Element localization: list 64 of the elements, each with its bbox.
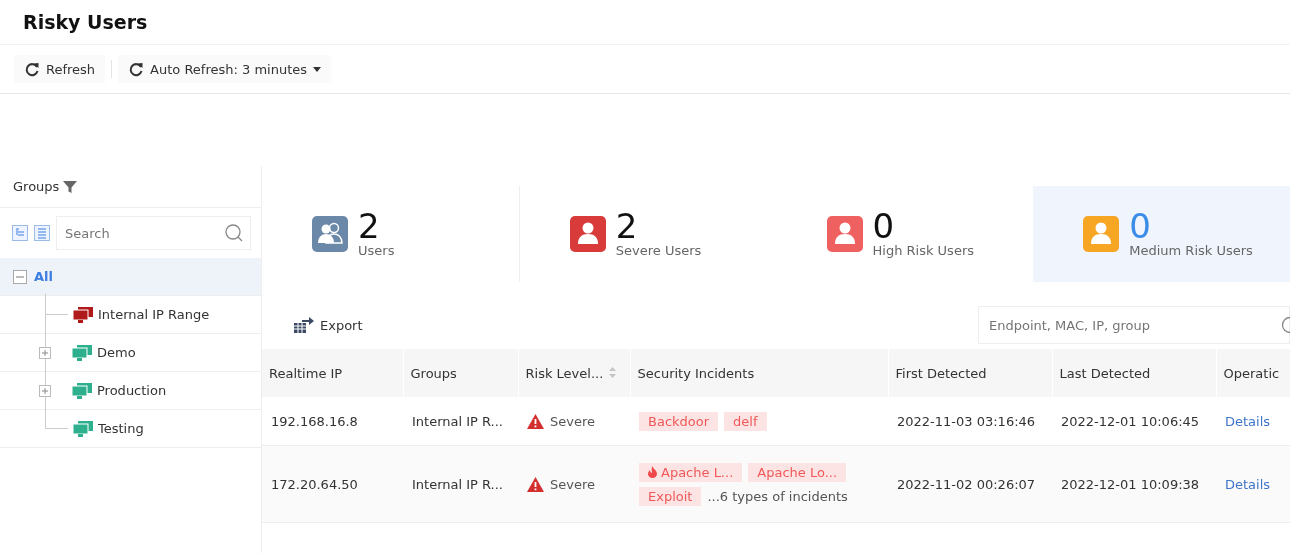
tree-item[interactable]: Internal IP Range (0, 296, 261, 334)
stat-card[interactable]: 2 Users (262, 185, 520, 282)
plus-box-icon[interactable] (39, 384, 51, 397)
column-header: Security Incidents (630, 349, 888, 397)
sidebar-heading: Groups (13, 179, 60, 194)
column-header: Groups (403, 349, 518, 397)
table-cell: Internal IP R... (403, 397, 518, 446)
plus-box-icon[interactable] (39, 346, 51, 359)
refresh-button[interactable]: Refresh (14, 55, 106, 83)
table-cell: 172.20.64.50 (262, 445, 403, 523)
table-cell: 2022-12-01 10:09:38 (1052, 445, 1216, 523)
tree-item[interactable]: Demo (0, 334, 261, 372)
table-cell: 2022-11-02 00:26:07 (888, 445, 1052, 523)
minus-box-icon[interactable] (13, 269, 27, 284)
filter-icon[interactable] (63, 179, 78, 194)
search-field[interactable]: Search (56, 216, 251, 250)
incident-tag: Exploit (639, 486, 702, 506)
search-field[interactable]: Endpoint, MAC, IP, group (978, 306, 1290, 344)
incident-tag: Backdoor (639, 411, 719, 431)
column-header[interactable]: Risk Level... (518, 349, 630, 397)
column-header: Operatic (1216, 349, 1290, 397)
column-header: Realtime IP (262, 349, 403, 397)
caret-icon (313, 66, 322, 72)
stat-label: High Risk Users (872, 243, 974, 258)
sort-icon[interactable] (609, 366, 617, 378)
export-button[interactable]: Export (288, 316, 369, 334)
stat-label: Medium Risk Users (1129, 243, 1253, 258)
warning-icon (527, 476, 544, 492)
auto-refresh-dropdown[interactable]: Auto Refresh: 3 minutes (118, 55, 332, 83)
stat-card[interactable]: 0 Medium Risk Users (1033, 185, 1290, 282)
stat-count: 2 (358, 209, 381, 243)
column-header: Last Detected (1052, 349, 1216, 397)
table-cell: 2022-11-03 03:16:46 (888, 397, 1052, 446)
incident-tag: Apache Lo... (748, 462, 847, 482)
search-icon (225, 224, 243, 242)
stat-count: 2 (615, 209, 639, 243)
warning-icon (527, 413, 544, 429)
table-cell: 192.168.16.8 (262, 397, 403, 446)
collapse-tree-icon[interactable] (12, 225, 28, 241)
refresh-icon (24, 61, 40, 77)
table-cell: Internal IP R... (403, 445, 518, 523)
stat-card[interactable]: 0 High Risk Users (776, 185, 1034, 282)
incident-tag: Apache L... (639, 462, 743, 482)
risk-level: Severe (550, 476, 595, 492)
stat-card[interactable]: 2 Severe Users (519, 185, 777, 282)
tree-item[interactable]: Testing (0, 410, 261, 448)
table-cell: 2022-12-01 10:06:45 (1052, 397, 1216, 446)
tree-item[interactable]: Production (0, 372, 261, 410)
page-title: Risky Users (23, 11, 148, 33)
details-link[interactable]: Details (1225, 413, 1271, 429)
tree-item[interactable]: All (0, 258, 261, 296)
more-incidents-text: ...6 types of incidents (707, 488, 848, 504)
stat-count: 0 (872, 209, 895, 243)
flame-icon (648, 466, 657, 478)
export-icon (294, 317, 314, 333)
incident-tag: delf (724, 411, 767, 431)
stat-label: Severe Users (615, 243, 702, 258)
refresh-icon (128, 61, 145, 77)
stat-count: 0 (1129, 209, 1151, 243)
expand-tree-icon[interactable] (34, 225, 50, 241)
stat-label: Users (358, 243, 395, 258)
risk-level: Severe (550, 413, 595, 429)
column-header: First Detected (888, 349, 1052, 397)
details-link[interactable]: Details (1225, 476, 1271, 492)
